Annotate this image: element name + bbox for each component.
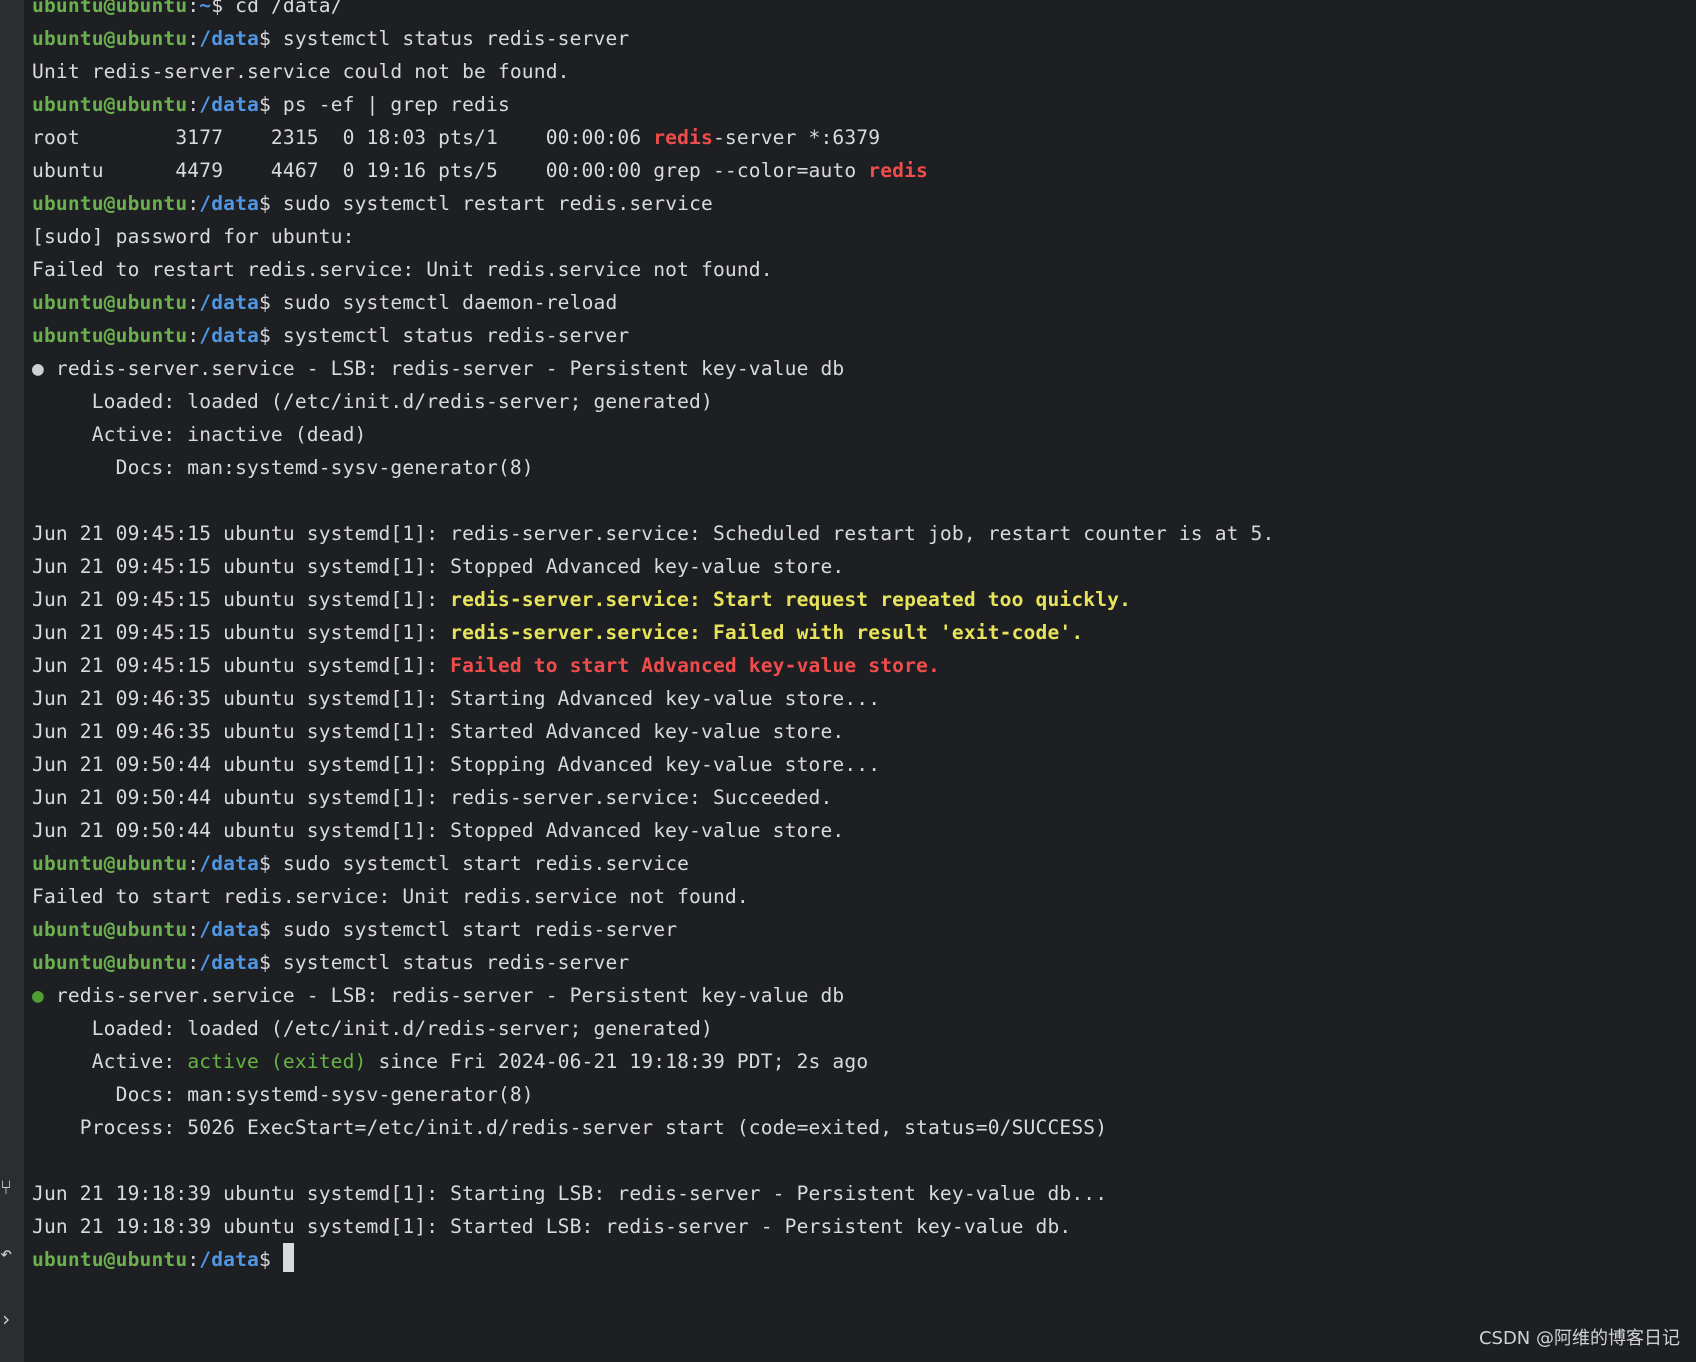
terminal-line: Jun 21 09:50:44 ubuntu systemd[1]: Stopp… [32, 753, 881, 776]
terminal-line: Jun 21 09:46:35 ubuntu systemd[1]: Start… [32, 720, 845, 743]
terminal-line: ● redis-server.service - LSB: redis-serv… [32, 984, 845, 1007]
terminal-line: Jun 21 09:45:15 ubuntu systemd[1]: redis… [32, 522, 1275, 545]
terminal-line: Docs: man:systemd-sysv-generator(8) [32, 1083, 534, 1106]
terminal-line: Jun 21 09:45:15 ubuntu systemd[1]: Stopp… [32, 555, 845, 578]
text-cursor [282, 1243, 294, 1272]
terminal-prompt-line[interactable]: ubuntu@ubuntu:/data$ [32, 1243, 294, 1276]
terminal-line: Jun 21 09:50:44 ubuntu systemd[1]: redis… [32, 786, 833, 809]
terminal-line: Jun 21 09:46:35 ubuntu systemd[1]: Start… [32, 687, 881, 710]
terminal-line: Failed to start redis.service: Unit redi… [32, 885, 749, 908]
terminal-tool-icon[interactable]: ⑂ [0, 1180, 14, 1194]
terminal-line: ubuntu@ubuntu:~$ cd /data/ [32, 0, 343, 17]
chevron-right-icon[interactable]: › [0, 1312, 14, 1326]
terminal-line: ubuntu@ubuntu:/data$ sudo systemctl star… [32, 852, 690, 875]
terminal-line: Unit redis-server.service could not be f… [32, 60, 570, 83]
status-dot-active-icon: ● [32, 984, 44, 1007]
terminal-line: root 3177 2315 0 18:03 pts/1 00:00:06 re… [32, 126, 881, 149]
terminal-line: Jun 21 09:50:44 ubuntu systemd[1]: Stopp… [32, 819, 845, 842]
terminal-line: ubuntu@ubuntu:/data$ systemctl status re… [32, 951, 630, 974]
terminal-line: ubuntu@ubuntu:/data$ systemctl status re… [32, 27, 630, 50]
terminal-line: ubuntu@ubuntu:/data$ sudo systemctl rest… [32, 192, 713, 215]
terminal-line: Jun 21 19:18:39 ubuntu systemd[1]: Start… [32, 1182, 1108, 1205]
terminal-line: Jun 21 09:45:15 ubuntu systemd[1]: Faile… [32, 654, 940, 677]
terminal-line: ubuntu@ubuntu:/data$ sudo systemctl star… [32, 918, 678, 941]
terminal-line: Active: inactive (dead) [32, 423, 367, 446]
terminal-line: Jun 21 09:45:15 ubuntu systemd[1]: redis… [32, 621, 1084, 644]
terminal-line: Jun 21 09:45:15 ubuntu systemd[1]: redis… [32, 588, 1132, 611]
terminal-line: Loaded: loaded (/etc/init.d/redis-server… [32, 390, 713, 413]
undo-icon[interactable]: ↶ [0, 1246, 14, 1260]
terminal-line: ● redis-server.service - LSB: redis-serv… [32, 357, 845, 380]
watermark: CSDN @阿维的博客日记 [1478, 1328, 1680, 1349]
terminal-line: ubuntu@ubuntu:/data$ ps -ef | grep redis [32, 93, 510, 116]
terminal-line: ubuntu@ubuntu:/data$ sudo systemctl daem… [32, 291, 618, 314]
terminal-line: Docs: man:systemd-sysv-generator(8) [32, 456, 534, 479]
terminal-line: Jun 21 19:18:39 ubuntu systemd[1]: Start… [32, 1215, 1072, 1238]
terminal-line: ubuntu 4479 4467 0 19:16 pts/5 00:00:00 … [32, 159, 928, 182]
terminal-line: [sudo] password for ubuntu: [32, 225, 355, 248]
status-dot-inactive-icon: ● [32, 357, 44, 380]
terminal-line: Failed to restart redis.service: Unit re… [32, 258, 773, 281]
terminal-line: Loaded: loaded (/etc/init.d/redis-server… [32, 1017, 713, 1040]
terminal-output[interactable]: ubuntu@ubuntu:~$ cd /data/ ubuntu@ubuntu… [32, 0, 1696, 1362]
terminal-line: Active: active (exited) since Fri 2024-0… [32, 1050, 869, 1073]
tool-gutter: ⑂ ↶ › [0, 0, 24, 1362]
terminal-line: ubuntu@ubuntu:/data$ systemctl status re… [32, 324, 630, 347]
terminal-line: Process: 5026 ExecStart=/etc/init.d/redi… [32, 1116, 1108, 1139]
